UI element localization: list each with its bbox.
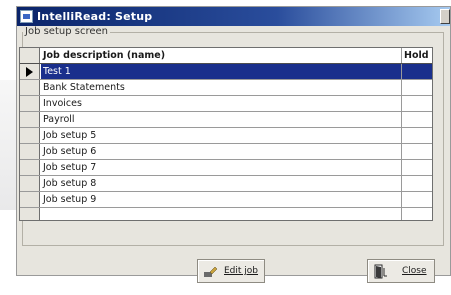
app-icon xyxy=(20,10,33,23)
grid-header-row: Job description (name) Hold xyxy=(20,48,432,64)
table-row[interactable]: Job setup 6 xyxy=(20,144,432,160)
title-bar: IntelliRead: Setup xyxy=(17,7,450,26)
row-indicator xyxy=(20,208,40,220)
job-name-cell[interactable]: Job setup 6 xyxy=(41,144,402,159)
row-indicator xyxy=(20,128,40,143)
table-row[interactable]: Job setup 7 xyxy=(20,160,432,176)
hold-cell[interactable] xyxy=(402,192,432,207)
job-grid[interactable]: Job description (name) Hold Test 1 Bank … xyxy=(19,47,433,221)
close-label: Close xyxy=(402,266,427,276)
job-name-cell[interactable]: Bank Statements xyxy=(41,80,402,95)
empty-row xyxy=(20,208,432,220)
row-indicator xyxy=(20,80,40,95)
pencil-icon xyxy=(204,266,218,277)
hold-cell[interactable] xyxy=(402,144,432,159)
close-button[interactable]: Close xyxy=(367,259,435,283)
edit-job-button[interactable]: Edit job xyxy=(197,259,265,283)
row-indicator xyxy=(20,176,40,191)
table-row[interactable]: Test 1 xyxy=(20,64,432,80)
table-row[interactable]: Invoices xyxy=(20,96,432,112)
row-indicator xyxy=(20,112,40,127)
row-indicator xyxy=(20,144,40,159)
job-name-cell[interactable]: Job setup 8 xyxy=(41,176,402,191)
table-row[interactable]: Payroll xyxy=(20,112,432,128)
job-name-cell[interactable]: Job setup 7 xyxy=(41,160,402,175)
hold-cell[interactable] xyxy=(402,80,432,95)
empty-name-cell xyxy=(41,208,402,220)
table-row[interactable]: Job setup 8 xyxy=(20,176,432,192)
table-row[interactable]: Job setup 9 xyxy=(20,192,432,208)
job-name-cell[interactable]: Payroll xyxy=(41,112,402,127)
group-label: Job setup screen xyxy=(23,26,110,37)
table-row[interactable]: Job setup 5 xyxy=(20,128,432,144)
hold-cell[interactable] xyxy=(402,64,432,79)
hold-cell[interactable] xyxy=(402,96,432,111)
job-name-cell[interactable]: Job setup 5 xyxy=(41,128,402,143)
column-header-name[interactable]: Job description (name) xyxy=(41,48,402,63)
edit-job-label: Edit job xyxy=(224,266,259,276)
hold-cell[interactable] xyxy=(402,112,432,127)
hold-cell[interactable] xyxy=(402,176,432,191)
job-name-cell[interactable]: Invoices xyxy=(41,96,402,111)
title-bar-button[interactable] xyxy=(440,9,450,24)
row-indicator xyxy=(20,64,40,79)
column-header-hold[interactable]: Hold xyxy=(402,48,432,63)
hold-cell[interactable] xyxy=(402,160,432,175)
header-indicator-cell xyxy=(20,48,40,63)
hold-cell[interactable] xyxy=(402,128,432,143)
job-name-cell[interactable]: Job setup 9 xyxy=(41,192,402,207)
row-indicator xyxy=(20,160,40,175)
job-name-cell[interactable]: Test 1 xyxy=(41,64,402,79)
table-row[interactable]: Bank Statements xyxy=(20,80,432,96)
row-indicator xyxy=(20,96,40,111)
window-title: IntelliRead: Setup xyxy=(37,10,153,23)
current-row-arrow-icon xyxy=(26,67,33,77)
row-indicator xyxy=(20,192,40,207)
exit-door-icon xyxy=(374,264,387,279)
